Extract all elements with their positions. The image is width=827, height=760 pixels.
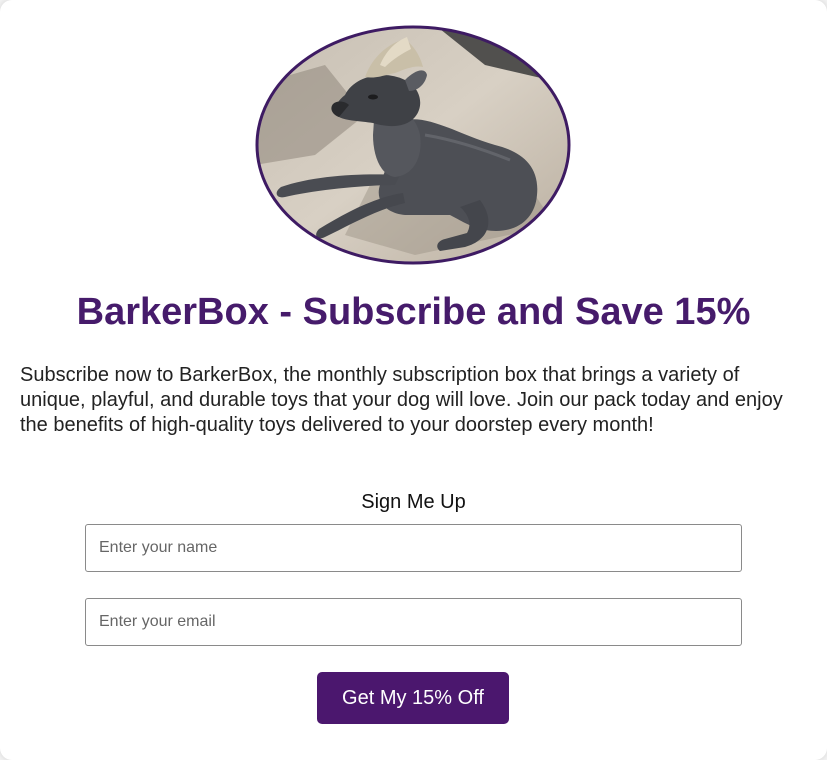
dog-photo <box>255 25 571 265</box>
form-heading: Sign Me Up <box>361 491 466 513</box>
signup-card: BarkerBox - Subscribe and Save 15% Subsc… <box>0 0 827 760</box>
hero-image <box>255 25 571 265</box>
page-title: BarkerBox - Subscribe and Save 15% <box>76 291 751 333</box>
email-input[interactable] <box>85 598 742 646</box>
name-input[interactable] <box>85 524 742 572</box>
submit-button[interactable]: Get My 15% Off <box>317 672 509 724</box>
page-description: Subscribe now to BarkerBox, the monthly … <box>20 364 783 436</box>
